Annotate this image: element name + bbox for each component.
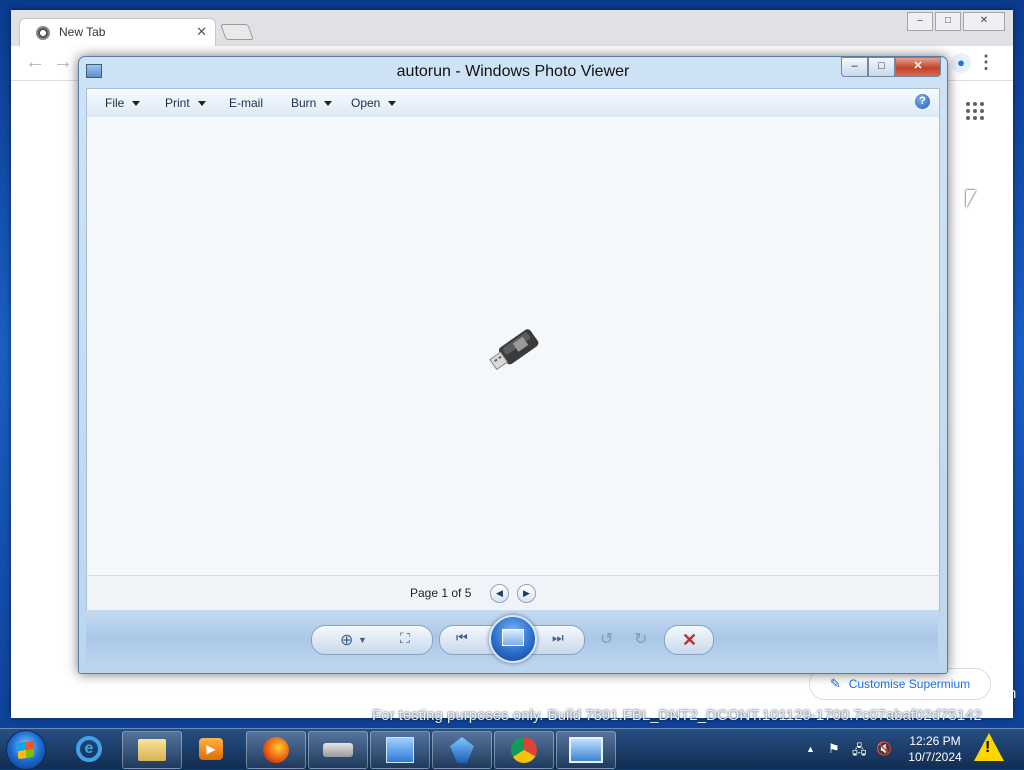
network-icon xyxy=(450,737,474,763)
volume-muted-icon[interactable]: 🔇 xyxy=(876,741,892,757)
window-title: autorun - Windows Photo Viewer xyxy=(396,63,630,80)
menu-print-label: Print xyxy=(165,96,190,110)
forward-arrow-icon[interactable]: → xyxy=(53,51,73,74)
photo-viewer-icon xyxy=(569,737,603,763)
photo-viewer-window-controls: – □ ✕ xyxy=(841,57,941,77)
close-button[interactable]: ✕ xyxy=(895,57,941,77)
taskbar-firefox[interactable] xyxy=(246,731,306,769)
taskbar-internet-explorer[interactable]: e xyxy=(60,731,118,767)
chevron-down-icon xyxy=(388,100,397,106)
delete-group: ✕ xyxy=(664,625,714,655)
taskbar-windows-explorer[interactable] xyxy=(122,731,182,769)
browser-tabstrip: New Tab ✕ – □ ✕ xyxy=(11,10,1013,47)
menu-burn-label: Burn xyxy=(291,96,317,110)
taskbar: e ▶ ▲ ⚑ 🖧 🔇 12:26 PM 10/7/2024 ! xyxy=(0,728,1024,770)
menu-dots-icon[interactable]: ⋮ xyxy=(977,52,995,73)
chevron-down-icon xyxy=(324,100,333,106)
tab-close-icon[interactable]: ✕ xyxy=(196,24,207,40)
back-arrow-icon[interactable]: ← xyxy=(25,51,45,74)
photo-viewer-controls: ⊕ ▼ ⛶ ⏮ ⏭ ↺ ↻ ✕ xyxy=(86,610,938,666)
zoom-dropdown-icon[interactable]: ▼ xyxy=(358,635,367,645)
zoom-group: ⊕ ▼ ⛶ xyxy=(311,625,433,655)
browser-window-controls: – □ ✕ xyxy=(907,12,1005,31)
zoom-icon[interactable]: ⊕ xyxy=(340,630,353,650)
taskbar-network[interactable] xyxy=(432,731,492,769)
taskbar-chrome[interactable] xyxy=(494,731,554,769)
network-tray-icon[interactable]: 🖧 xyxy=(852,741,867,763)
action-center-flag-icon[interactable]: ⚑ xyxy=(828,741,840,757)
build-watermark: For testing purposes only. Build 7891.FB… xyxy=(372,707,982,724)
chrome-icon xyxy=(511,737,537,763)
usb-drive-icon xyxy=(489,329,539,371)
menu-print[interactable]: Print xyxy=(165,96,206,110)
watermark-edge-text: n xyxy=(1008,685,1017,702)
slideshow-icon xyxy=(502,629,524,646)
menu-file[interactable]: File xyxy=(105,96,141,110)
previous-page-icon[interactable]: ◀ xyxy=(490,584,509,603)
page-navigation-bar: Page 1 of 5 ◀ ▶ xyxy=(86,575,940,611)
taskbar-drive[interactable] xyxy=(308,731,368,769)
apps-grid-icon[interactable] xyxy=(966,102,984,120)
new-tab-button[interactable] xyxy=(220,24,254,40)
help-icon[interactable]: ? xyxy=(915,94,930,109)
tab-title: New Tab xyxy=(59,25,106,39)
rotate-right-icon[interactable]: ↻ xyxy=(634,629,647,649)
control-panel-icon xyxy=(386,737,414,763)
browser-close-button[interactable]: ✕ xyxy=(963,12,1005,31)
clock-time: 12:26 PM xyxy=(909,734,961,748)
clock-date: 10/7/2024 xyxy=(908,750,962,764)
image-display-area xyxy=(86,117,940,575)
browser-tab-new-tab[interactable]: New Tab ✕ xyxy=(19,18,216,47)
photo-viewer-window: autorun - Windows Photo Viewer – □ ✕ Fil… xyxy=(78,56,948,674)
profile-icon[interactable]: ● xyxy=(951,53,971,73)
minimize-button[interactable]: – xyxy=(841,57,868,77)
taskbar-control-panel[interactable] xyxy=(370,731,430,769)
previous-image-icon[interactable]: ⏮ xyxy=(456,630,468,646)
chevron-down-icon xyxy=(197,100,206,106)
customise-label: Customise Supermium xyxy=(848,677,971,691)
system-clock[interactable]: 12:26 PM 10/7/2024 xyxy=(900,733,970,765)
delete-icon[interactable]: ✕ xyxy=(682,630,697,651)
menu-open[interactable]: Open xyxy=(351,96,397,110)
taskbar-media-player[interactable]: ▶ xyxy=(182,731,240,767)
chevron-down-icon xyxy=(132,100,141,106)
menu-file-label: File xyxy=(105,96,125,110)
page-indicator: Page 1 of 5 xyxy=(410,586,472,600)
menu-email-label: E-mail xyxy=(229,96,264,110)
photo-viewer-titlebar[interactable]: autorun - Windows Photo Viewer – □ ✕ xyxy=(79,57,947,87)
drive-icon xyxy=(323,743,353,757)
maximize-button[interactable]: □ xyxy=(868,57,895,77)
folder-icon xyxy=(138,739,166,761)
rotate-left-icon[interactable]: ↺ xyxy=(600,629,613,649)
menu-email[interactable]: E-mail xyxy=(229,96,263,110)
browser-maximize-button[interactable]: □ xyxy=(935,12,961,31)
slideshow-button[interactable] xyxy=(489,615,537,663)
firefox-icon xyxy=(263,737,289,763)
windows-logo-icon xyxy=(18,740,34,760)
menu-open-label: Open xyxy=(351,96,381,110)
internet-explorer-icon: e xyxy=(76,736,102,762)
pencil-icon: ✎ xyxy=(829,676,841,691)
taskbar-photo-viewer[interactable] xyxy=(556,731,616,769)
next-image-icon[interactable]: ⏭ xyxy=(552,630,564,646)
start-button[interactable] xyxy=(6,730,46,770)
show-hidden-icons-icon[interactable]: ▲ xyxy=(806,744,815,754)
browser-minimize-button[interactable]: – xyxy=(907,12,933,31)
next-page-icon[interactable]: ▶ xyxy=(517,584,536,603)
chrome-favicon-icon xyxy=(36,26,50,40)
media-player-icon: ▶ xyxy=(199,738,223,760)
mouse-cursor-icon xyxy=(966,190,976,208)
actual-size-icon[interactable]: ⛶ xyxy=(400,630,410,647)
warning-icon[interactable]: ! xyxy=(974,733,1004,761)
menu-burn[interactable]: Burn xyxy=(291,96,333,110)
photo-viewer-menubar: File Print E-mail Burn Open ? xyxy=(86,88,940,118)
